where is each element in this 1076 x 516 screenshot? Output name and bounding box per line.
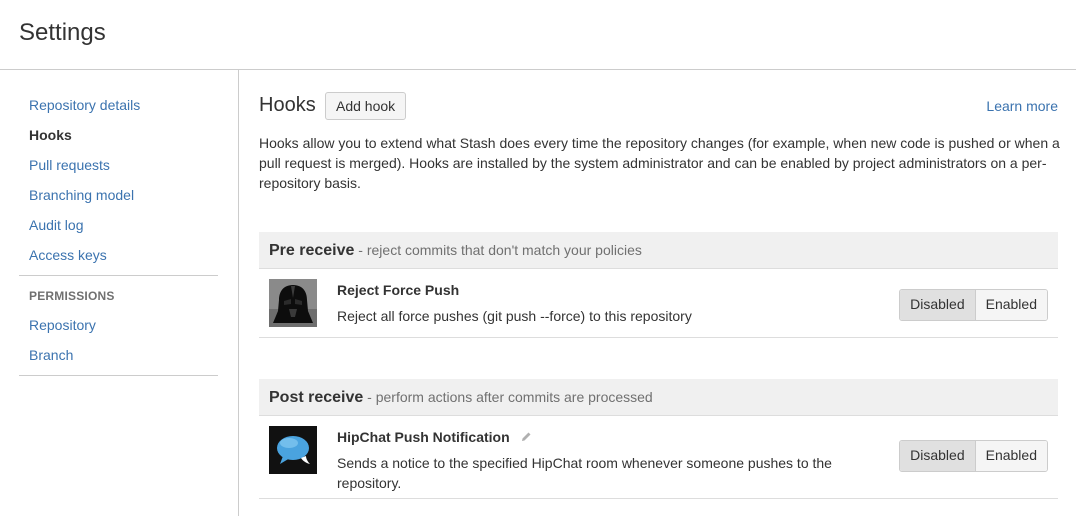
sidebar-item-access-keys[interactable]: Access keys — [29, 247, 107, 263]
section-title: Pre receive — [269, 242, 355, 259]
section-subtitle: - reject commits that don't match your p… — [354, 242, 642, 258]
sidebar-divider — [19, 275, 218, 276]
sidebar-item-pull-requests[interactable]: Pull requests — [29, 157, 110, 173]
page-header: Settings — [0, 0, 1076, 70]
pre-receive-section: Pre receive - reject commits that don't … — [259, 232, 1058, 338]
toggle-disabled-button[interactable]: Disabled — [900, 441, 976, 471]
sidebar-item-permissions-repository[interactable]: Repository — [29, 317, 96, 333]
sidebar-item-repository-details[interactable]: Repository details — [29, 97, 140, 113]
learn-more-link[interactable]: Learn more — [986, 98, 1058, 114]
hook-description: Sends a notice to the specified HipChat … — [337, 455, 832, 491]
section-title: Post receive — [269, 389, 364, 406]
add-hook-button[interactable]: Add hook — [325, 92, 407, 120]
hook-status-toggle: Disabled Enabled — [899, 289, 1048, 321]
permissions-heading: PERMISSIONS — [29, 289, 115, 303]
sidebar-item-permissions-branch[interactable]: Branch — [29, 347, 73, 363]
hipchat-icon — [269, 426, 317, 474]
main-content: Hooks Add hook Learn more Hooks allow yo… — [239, 70, 1076, 516]
toggle-enabled-button[interactable]: Enabled — [975, 290, 1047, 320]
hook-name: HipChat Push Notification — [337, 429, 532, 446]
pencil-icon[interactable] — [520, 430, 532, 446]
hook-name-text: HipChat Push Notification — [337, 429, 510, 445]
darth-vader-icon — [269, 279, 317, 327]
sidebar-item-branching-model[interactable]: Branching model — [29, 187, 134, 203]
toggle-enabled-button[interactable]: Enabled — [975, 441, 1047, 471]
hook-row: HipChat Push Notification Sends a notice… — [259, 416, 1058, 499]
section-subtitle: - perform actions after commits are proc… — [363, 389, 653, 405]
section-header: Pre receive - reject commits that don't … — [259, 232, 1058, 269]
post-receive-section: Post receive - perform actions after com… — [259, 379, 1058, 499]
hook-description: Reject all force pushes (git push --forc… — [337, 308, 692, 324]
sidebar-item-audit-log[interactable]: Audit log — [29, 217, 83, 233]
page-title: Settings — [19, 19, 106, 46]
sidebar-divider — [19, 375, 218, 376]
settings-sidebar: Repository details Hooks Pull requests B… — [0, 70, 239, 516]
hook-status-toggle: Disabled Enabled — [899, 440, 1048, 472]
section-header: Post receive - perform actions after com… — [259, 379, 1058, 416]
hooks-heading: Hooks — [259, 94, 316, 116]
hooks-description: Hooks allow you to extend what Stash doe… — [259, 135, 1060, 191]
toggle-disabled-button[interactable]: Disabled — [900, 290, 976, 320]
sidebar-item-hooks[interactable]: Hooks — [29, 127, 72, 143]
hook-row: Reject Force Push Reject all force pushe… — [259, 269, 1058, 338]
hook-name: Reject Force Push — [337, 282, 460, 298]
